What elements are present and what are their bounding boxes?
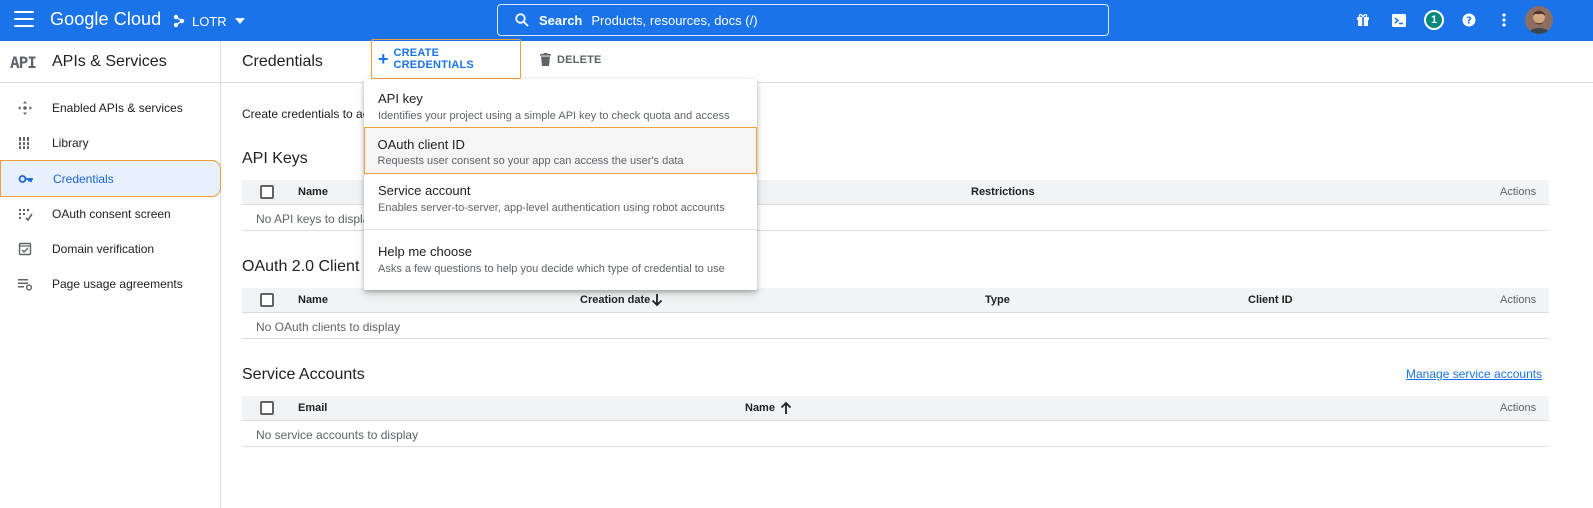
api-keys-title: API Keys bbox=[242, 150, 308, 167]
column-header-name[interactable]: Name bbox=[745, 402, 775, 414]
delete-button[interactable]: DELETE bbox=[540, 53, 602, 66]
column-header-creation-date[interactable]: Creation date bbox=[580, 294, 650, 306]
sidebar-item-page-usage[interactable]: Page usage agreements bbox=[0, 267, 221, 302]
create-credentials-button[interactable]: + CREATE CREDENTIALS bbox=[371, 39, 521, 79]
empty-message: No service accounts to display bbox=[256, 428, 419, 442]
plus-icon: + bbox=[378, 49, 389, 69]
column-header-actions: Actions bbox=[1500, 402, 1537, 414]
more-vert-icon[interactable] bbox=[1494, 10, 1514, 30]
select-all-checkbox[interactable] bbox=[260, 185, 274, 199]
search-placeholder: Products, resources, docs (/) bbox=[591, 12, 758, 28]
arrow-down-icon[interactable] bbox=[650, 292, 664, 308]
service-accounts-title: Service Accounts bbox=[242, 366, 365, 383]
chevron-down-icon bbox=[234, 18, 245, 24]
menu-item-description: Asks a few questions to help you decide … bbox=[378, 263, 725, 275]
column-header-type[interactable]: Type bbox=[985, 294, 1010, 306]
select-all-checkbox[interactable] bbox=[260, 401, 274, 415]
delete-label: DELETE bbox=[557, 53, 602, 66]
sidebar-item-oauth-consent[interactable]: OAuth consent screen bbox=[0, 197, 221, 232]
page-header: Credentials + CREATE CREDENTIALS DELETE bbox=[221, 39, 1593, 83]
arrow-up-icon[interactable] bbox=[779, 400, 793, 416]
menu-item-oauth-client-id[interactable]: OAuth client ID Requests user consent so… bbox=[364, 127, 757, 174]
column-header-name[interactable]: Name bbox=[298, 294, 328, 306]
menu-item-description: Identifies your project using a simple A… bbox=[378, 110, 730, 122]
page-title: Credentials bbox=[242, 53, 323, 70]
oauth-clients-title: OAuth 2.0 Client I bbox=[242, 258, 369, 275]
column-header-email[interactable]: Email bbox=[298, 402, 327, 414]
manage-service-accounts-link[interactable]: Manage service accounts bbox=[1406, 367, 1542, 381]
page-usage-icon bbox=[18, 279, 33, 291]
project-picker[interactable]: LOTR bbox=[172, 11, 245, 31]
sidebar-item-domain-verification[interactable]: Domain verification bbox=[0, 232, 221, 267]
select-all-checkbox[interactable] bbox=[260, 293, 274, 307]
enabled-apis-icon bbox=[18, 101, 32, 115]
menu-item-description: Requests user consent so your app can ac… bbox=[377, 155, 684, 167]
gift-icon[interactable] bbox=[1353, 10, 1373, 30]
library-icon bbox=[18, 137, 31, 149]
menu-item-title: Help me choose bbox=[378, 244, 472, 259]
menu-item-service-account[interactable]: Service account Enables server-to-server… bbox=[364, 174, 757, 228]
empty-message: No API keys to displa bbox=[256, 212, 370, 226]
oauth-consent-icon bbox=[19, 209, 33, 222]
api-badge-icon: API bbox=[10, 53, 37, 72]
search-label: Search bbox=[539, 12, 583, 28]
sidebar-item-label: Enabled APIs & services bbox=[52, 101, 183, 115]
sidebar-item-credentials[interactable]: Credentials bbox=[0, 160, 221, 197]
create-credentials-menu: API key Identifies your project using a … bbox=[364, 79, 757, 290]
column-header-name[interactable]: Name bbox=[298, 186, 328, 198]
sidebar-item-library[interactable]: Library bbox=[0, 126, 221, 161]
search-icon bbox=[515, 13, 529, 27]
sidebar-item-label: Domain verification bbox=[52, 242, 155, 256]
notification-badge[interactable]: 1 bbox=[1424, 10, 1444, 30]
empty-message: No OAuth clients to display bbox=[256, 320, 401, 334]
help-icon[interactable]: ? bbox=[1459, 10, 1479, 30]
avatar[interactable] bbox=[1525, 6, 1553, 34]
project-name: LOTR bbox=[192, 13, 227, 29]
sidebar-item-label: Page usage agreements bbox=[52, 277, 183, 291]
oauth-empty-row: No OAuth clients to display bbox=[242, 313, 1549, 339]
google-cloud-logo[interactable]: Google Cloud bbox=[50, 9, 161, 30]
intro-text: Create credentials to ac bbox=[242, 107, 369, 121]
sidebar: API APIs & Services Enabled APIs & servi… bbox=[0, 41, 221, 508]
sidebar-item-label: Credentials bbox=[53, 172, 114, 186]
sidebar-title: APIs & Services bbox=[52, 53, 167, 70]
sidebar-header: API APIs & Services bbox=[0, 41, 220, 83]
sidebar-item-enabled-apis[interactable]: Enabled APIs & services bbox=[0, 91, 221, 126]
menu-item-title: API key bbox=[378, 91, 423, 106]
key-icon bbox=[18, 175, 33, 183]
cloud-shell-icon[interactable] bbox=[1389, 10, 1409, 30]
menu-item-api-key[interactable]: API key Identifies your project using a … bbox=[364, 79, 757, 127]
oauth-table-header: Name Creation date Type Client ID Action… bbox=[242, 288, 1549, 313]
sidebar-item-label: OAuth consent screen bbox=[52, 207, 171, 221]
menu-item-description: Enables server-to-server, app-level auth… bbox=[378, 202, 725, 214]
menu-item-title: Service account bbox=[378, 183, 471, 198]
column-header-actions: Actions bbox=[1500, 186, 1537, 198]
service-accounts-table-header: Email Name Actions bbox=[242, 396, 1549, 421]
service-accounts-empty-row: No service accounts to display bbox=[242, 421, 1549, 447]
column-header-restrictions[interactable]: Restrictions bbox=[971, 186, 1035, 198]
menu-item-title: OAuth client ID bbox=[377, 137, 465, 152]
menu-icon[interactable] bbox=[14, 11, 34, 29]
svg-text:?: ? bbox=[1466, 16, 1472, 27]
menu-item-help-me-choose[interactable]: Help me choose Asks a few questions to h… bbox=[364, 230, 757, 290]
project-icon bbox=[173, 14, 185, 28]
create-credentials-label: CREATE CREDENTIALS bbox=[393, 47, 474, 71]
column-header-actions: Actions bbox=[1500, 294, 1537, 306]
column-header-client-id[interactable]: Client ID bbox=[1248, 294, 1293, 306]
top-app-bar: Google Cloud LOTR Search Products, resou… bbox=[0, 0, 1593, 41]
sidebar-item-label: Library bbox=[52, 136, 89, 150]
trash-icon bbox=[540, 53, 551, 66]
search-input[interactable]: Search Products, resources, docs (/) bbox=[497, 4, 1109, 36]
domain-verification-icon bbox=[18, 242, 32, 256]
